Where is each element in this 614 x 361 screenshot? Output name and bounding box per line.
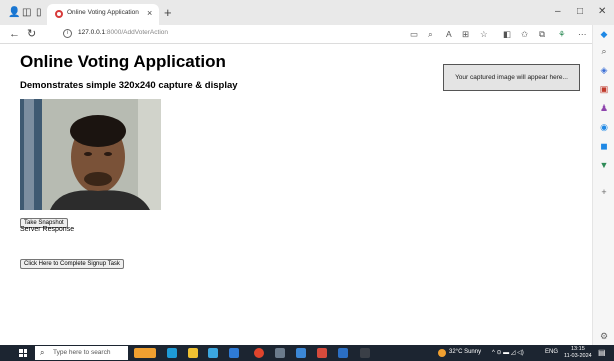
weather-sun-icon[interactable] xyxy=(438,349,446,357)
tab-title: Online Voting Application xyxy=(67,9,139,16)
app-available-icon[interactable]: ⊞ xyxy=(462,29,469,39)
file-explorer-icon[interactable] xyxy=(188,348,198,358)
active-tab[interactable]: Online Voting Application × xyxy=(47,4,159,25)
tab-favicon-icon xyxy=(55,10,63,18)
add-sidebar-app-icon[interactable]: + xyxy=(599,187,609,197)
taskbar-search-box[interactable]: ⌕ Type here to search xyxy=(35,346,128,360)
windows-taskbar: ⌕ Type here to search 32°C Sunny ^ ⊙ ▬ ◿… xyxy=(0,345,614,361)
tab-actions-icon[interactable]: ▯ xyxy=(36,7,42,18)
taskbar-clock[interactable]: 13:15 11-03-2024 xyxy=(564,346,592,360)
url-input[interactable]: i 127.0.0.1:8000/AddVoterAction xyxy=(61,28,391,41)
address-bar-row: ← ↻ i 127.0.0.1:8000/AddVoterAction ▭ ⌕ … xyxy=(0,25,614,44)
site-info-icon[interactable]: i xyxy=(63,29,72,38)
url-host: 127.0.0.1 xyxy=(78,29,106,36)
taskbar-search-placeholder: Type here to search xyxy=(53,349,111,356)
refresh-icon[interactable]: ↻ xyxy=(27,28,36,41)
clock-date: 11-03-2024 xyxy=(564,353,592,359)
system-tray-icons[interactable]: ^ ⊙ ▬ ◿ ◁) xyxy=(492,349,524,356)
search-icon[interactable]: ⌕ xyxy=(428,29,433,39)
minimize-button[interactable]: – xyxy=(555,6,561,17)
tab-close-icon[interactable]: × xyxy=(147,8,152,18)
microsoft365-icon[interactable]: ◉ xyxy=(599,122,609,132)
language-indicator[interactable]: ENG xyxy=(545,349,558,355)
page-subtitle: Demonstrates simple 320x240 capture & di… xyxy=(20,80,238,91)
edge-sidebar: ◆ ⌕ ◈ ▣ ♟ ◉ ◼ ▼ + ⚙ xyxy=(592,25,614,345)
weather-text[interactable]: 32°C Sunny xyxy=(449,349,481,355)
page-title: Online Voting Application xyxy=(20,52,226,71)
server-response-label: Server Response xyxy=(20,226,75,233)
read-aloud-icon[interactable]: A xyxy=(446,29,452,39)
taskbar-app-icon[interactable] xyxy=(296,348,306,358)
url-path: :8000/AddVoterAction xyxy=(105,29,168,36)
workspaces-icon[interactable]: ◫ xyxy=(22,7,31,18)
maximize-button[interactable]: □ xyxy=(577,6,583,17)
mail-icon[interactable] xyxy=(229,348,239,358)
new-tab-button[interactable]: + xyxy=(164,6,172,19)
favorite-star-icon[interactable]: ☆ xyxy=(480,29,488,39)
drop-icon[interactable]: ▼ xyxy=(599,160,609,170)
favorites-icon[interactable]: ✩ xyxy=(521,29,528,39)
copilot-icon[interactable]: ◆ xyxy=(599,29,609,39)
taskbar-app-icon[interactable] xyxy=(208,348,218,358)
page-content: Online Voting Application Demonstrates s… xyxy=(0,45,592,345)
taskbar-app-icon[interactable] xyxy=(360,348,370,358)
taskbar-app-icon[interactable] xyxy=(167,348,177,358)
games-icon[interactable]: ♟ xyxy=(599,103,609,113)
sidebar-search-icon[interactable]: ⌕ xyxy=(599,46,609,56)
clock-time: 13:15 xyxy=(570,346,585,352)
split-screen-icon[interactable]: ◧ xyxy=(503,29,511,39)
taskbar-app-icon[interactable] xyxy=(317,348,327,358)
taskbar-search-icon: ⌕ xyxy=(40,348,45,357)
captured-image-placeholder: Your captured image will appear here... xyxy=(443,64,580,91)
notification-icon[interactable]: ▤ xyxy=(598,348,606,357)
tools-briefcase-icon[interactable]: ▣ xyxy=(599,84,609,94)
screen-cast-icon[interactable]: ▭ xyxy=(410,29,418,39)
webcam-preview xyxy=(20,99,161,210)
browser-tab-bar: 👤 ◫ ▯ Online Voting Application × + – □ … xyxy=(0,0,614,25)
shopping-tag-icon[interactable]: ◈ xyxy=(599,65,609,75)
taskbar-app-icon[interactable] xyxy=(338,348,348,358)
windows-start-icon[interactable] xyxy=(19,349,27,357)
collections-icon[interactable]: ⧉ xyxy=(539,29,545,39)
sidebar-settings-gear-icon[interactable]: ⚙ xyxy=(599,331,609,341)
webcam-person-image xyxy=(20,99,161,210)
taskbar-app-icon[interactable] xyxy=(275,348,285,358)
complete-signup-button[interactable]: Click Here to Complete Signup Task xyxy=(20,259,124,269)
taskbar-widget-icon[interactable] xyxy=(134,348,156,358)
chrome-icon[interactable] xyxy=(254,348,264,358)
back-arrow-icon[interactable]: ← xyxy=(9,28,20,41)
more-menu-icon[interactable]: ⋯ xyxy=(578,29,587,39)
profile-icon[interactable]: 👤 xyxy=(8,7,20,18)
outlook-icon[interactable]: ◼ xyxy=(599,141,609,151)
close-window-button[interactable]: ✕ xyxy=(598,6,606,17)
extension-icon[interactable]: ⚘ xyxy=(558,29,566,39)
